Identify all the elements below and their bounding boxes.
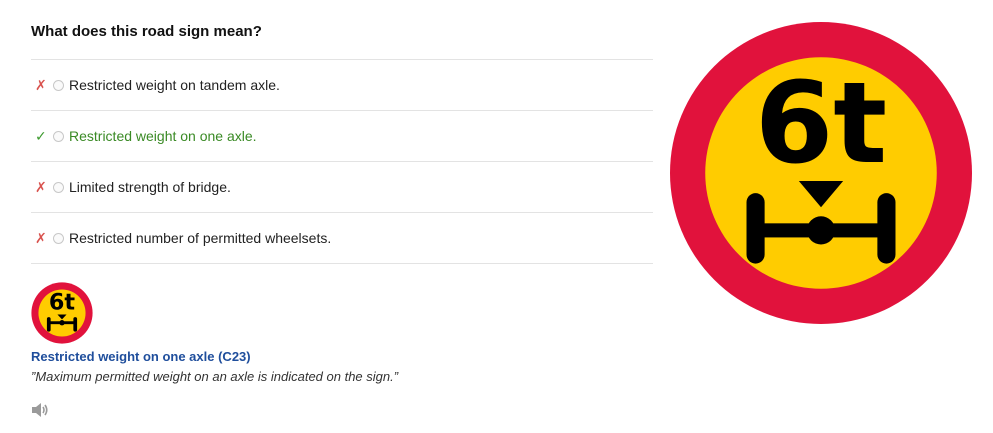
answer-label: Limited strength of bridge. xyxy=(69,179,231,195)
answer-label: Restricted weight on one axle. xyxy=(69,128,257,144)
wrong-mark-icon: ✗ xyxy=(35,178,47,195)
radio-button[interactable] xyxy=(53,181,64,193)
answer-label: Restricted number of permitted wheelsets… xyxy=(69,230,332,246)
wrong-mark-icon: ✗ xyxy=(35,76,47,93)
speaker-icon[interactable] xyxy=(31,402,49,418)
answer-option-4[interactable]: ✗ Restricted number of permitted wheelse… xyxy=(31,213,653,264)
explanation-title: Restricted weight on one axle (C23) xyxy=(31,349,251,364)
correct-mark-icon: ✓ xyxy=(35,127,47,144)
radio-button[interactable] xyxy=(53,232,64,244)
answer-list: ✗ Restricted weight on tandem axle. ✓ Re… xyxy=(31,59,653,264)
svg-text:6t: 6t xyxy=(755,57,887,189)
explanation-sign: 6t xyxy=(31,282,93,344)
question-title: What does this road sign mean? xyxy=(31,23,262,40)
wrong-mark-icon: ✗ xyxy=(35,229,47,246)
answer-label: Restricted weight on tandem axle. xyxy=(69,77,280,93)
axle-weight-sign-large-icon: 6t xyxy=(670,22,972,324)
answer-option-1[interactable]: ✗ Restricted weight on tandem axle. xyxy=(31,60,653,111)
radio-button[interactable] xyxy=(53,79,64,91)
answer-option-2[interactable]: ✓ Restricted weight on one axle. xyxy=(31,111,653,162)
radio-button[interactable] xyxy=(53,130,64,142)
explanation-quote: ”Maximum permitted weight on an axle is … xyxy=(31,369,399,384)
answer-option-3[interactable]: ✗ Limited strength of bridge. xyxy=(31,162,653,213)
axle-weight-sign-small-icon: 6t xyxy=(31,282,93,344)
svg-text:6t: 6t xyxy=(49,289,76,315)
